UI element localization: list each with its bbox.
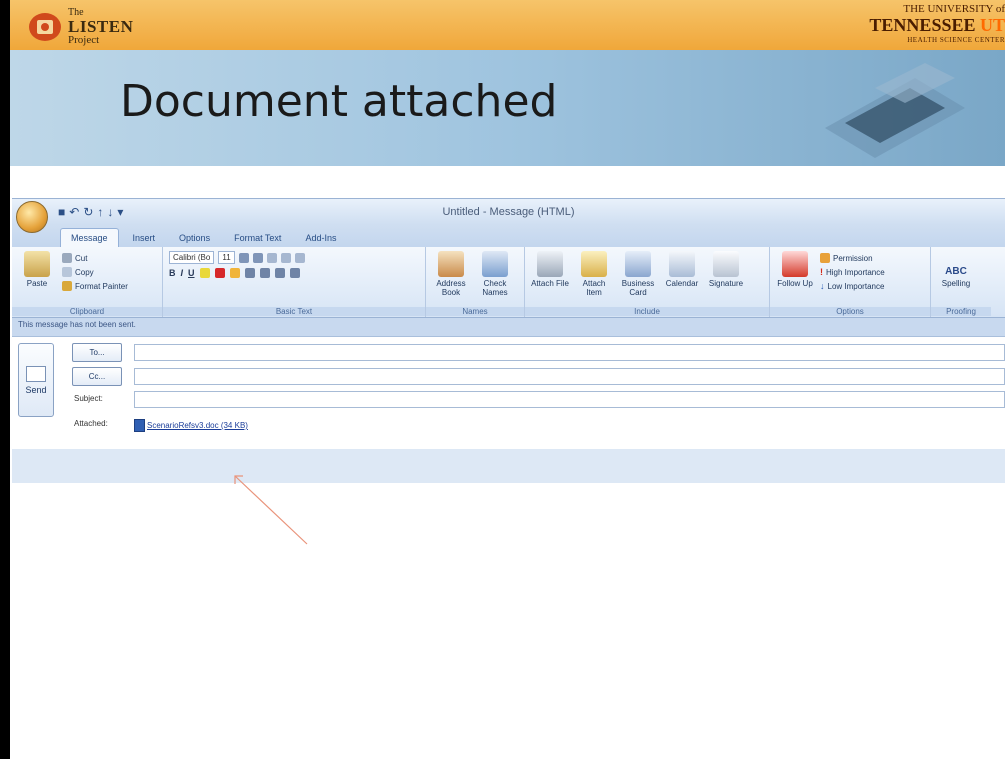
decrease-indent-icon[interactable]	[274, 268, 285, 278]
calendar-button[interactable]: Calendar	[663, 251, 701, 288]
basic-text-group: Calibri (Bo 11 B I U Basic Text	[163, 247, 426, 317]
envelope-icon	[581, 251, 607, 277]
align-left-icon[interactable]	[229, 268, 240, 278]
basic-text-label: Basic Text	[163, 307, 425, 316]
paste-icon	[24, 251, 50, 277]
word-document-icon	[134, 419, 145, 432]
proofing-label: Proofing	[931, 307, 991, 316]
slide-border	[0, 0, 10, 759]
increase-indent-icon[interactable]	[289, 268, 300, 278]
include-label: Include	[525, 307, 769, 316]
permission-icon	[820, 253, 830, 263]
clear-format-icon[interactable]	[294, 252, 305, 263]
check-names-icon	[482, 251, 508, 277]
ribbon-tabs: Message Insert Options Format Text Add-I…	[12, 225, 1005, 247]
high-importance-button[interactable]: ! High Importance	[820, 265, 885, 279]
address-book-button[interactable]: Address Book	[432, 251, 470, 297]
copy-icon	[62, 267, 72, 277]
outlook-titlebar: ■ ↶ ↻ ↑ ↓ ▾ Untitled - Message (HTML)	[12, 199, 1005, 233]
brush-icon	[62, 281, 72, 291]
highlight-icon[interactable]	[199, 268, 210, 278]
message-fields: Send To... Cc... Subject: Attached: Scen…	[12, 337, 1005, 449]
address-book-icon	[438, 251, 464, 277]
signature-button[interactable]: Signature	[707, 251, 745, 288]
to-button[interactable]: To...	[72, 343, 122, 362]
numbering-icon[interactable]	[280, 252, 291, 263]
top-banner: The LISTEN Project THE UNIVERSITY of TEN…	[10, 0, 1005, 50]
slide-title: Document attached	[120, 76, 558, 127]
office-button[interactable]	[16, 201, 48, 233]
ut-university: THE UNIVERSITY of	[903, 3, 1005, 15]
ut-tennessee: TENNESSEE UT	[869, 15, 1005, 35]
font-name-select[interactable]: Calibri (Bo	[169, 251, 215, 264]
format-painter-button[interactable]: Format Painter	[62, 279, 128, 293]
font-size-select[interactable]: 11	[218, 251, 235, 264]
attached-label: Attached:	[74, 419, 108, 428]
tab-insert[interactable]: Insert	[123, 229, 166, 247]
font-color-icon[interactable]	[214, 268, 225, 278]
subject-field[interactable]	[134, 391, 1005, 408]
listen-project: Project	[68, 34, 100, 46]
check-names-button[interactable]: Check Names	[476, 251, 514, 297]
names-group: Address Book Check Names Names	[426, 247, 525, 317]
ribbon: Paste Cut Copy Format Painter Clipboard …	[12, 247, 1005, 318]
listen-logo-icon	[29, 13, 61, 41]
ut-health-science-center: HEALTH SCIENCE CENTER	[907, 36, 1005, 44]
spelling-button[interactable]: ABC Spelling	[937, 251, 975, 288]
to-field[interactable]	[134, 344, 1005, 361]
attachment-link[interactable]: ScenarioRefsv3.doc (34 KB)	[134, 419, 248, 432]
cut-button[interactable]: Cut	[62, 251, 128, 265]
grow-font-icon[interactable]	[238, 252, 249, 263]
tab-add-ins[interactable]: Add-Ins	[295, 229, 346, 247]
exclamation-icon: !	[820, 267, 823, 277]
clipboard-group: Paste Cut Copy Format Painter Clipboard	[12, 247, 163, 317]
attach-file-button[interactable]: Attach File	[531, 251, 569, 288]
bold-icon[interactable]: B	[169, 268, 176, 278]
annotation-arrow	[234, 475, 308, 545]
down-arrow-icon: ↓	[820, 281, 825, 291]
calendar-icon	[669, 251, 695, 277]
low-importance-button[interactable]: ↓ Low Importance	[820, 279, 885, 293]
attach-item-button[interactable]: Attach Item	[575, 251, 613, 297]
options-group: Follow Up Permission ! High Importance ↓ L…	[770, 247, 931, 317]
listen-project-logo: The LISTEN Project	[28, 8, 133, 46]
copy-button[interactable]: Copy	[62, 265, 128, 279]
scissors-icon	[62, 253, 72, 263]
tab-format-text[interactable]: Format Text	[224, 229, 291, 247]
send-envelope-icon	[26, 365, 46, 382]
flag-icon	[782, 251, 808, 277]
proofing-group: ABC Spelling Proofing	[931, 247, 991, 317]
outlook-message-window: ■ ↶ ↻ ↑ ↓ ▾ Untitled - Message (HTML) Me…	[12, 198, 1005, 483]
clipboard-label: Clipboard	[12, 307, 162, 316]
align-center-icon[interactable]	[244, 268, 255, 278]
underline-icon[interactable]: U	[188, 268, 195, 278]
tab-message[interactable]: Message	[60, 228, 119, 247]
cc-button[interactable]: Cc...	[72, 367, 122, 386]
business-card-icon	[625, 251, 651, 277]
info-bar: This message has not been sent.	[12, 318, 1005, 337]
subject-label: Subject:	[74, 394, 103, 403]
business-card-button[interactable]: Business Card	[619, 251, 657, 297]
italic-icon[interactable]: I	[181, 268, 184, 278]
permission-button[interactable]: Permission	[820, 251, 885, 265]
follow-up-button[interactable]: Follow Up	[776, 251, 814, 288]
spelling-abc-icon: ABC	[945, 266, 967, 277]
laptop-image	[825, 63, 965, 158]
paperclip-icon	[537, 251, 563, 277]
listen-name: LISTEN	[68, 17, 134, 36]
include-group: Attach File Attach Item Business Card Ca…	[525, 247, 770, 317]
tab-options[interactable]: Options	[169, 229, 220, 247]
shrink-font-icon[interactable]	[252, 252, 263, 263]
signature-icon	[713, 251, 739, 277]
send-button[interactable]: Send	[18, 343, 54, 417]
align-right-icon[interactable]	[259, 268, 270, 278]
bullets-icon[interactable]	[266, 252, 277, 263]
title-band: Document attached	[10, 50, 1005, 166]
cc-field[interactable]	[134, 368, 1005, 385]
options-label: Options	[770, 307, 930, 316]
window-title: Untitled - Message (HTML)	[442, 206, 575, 218]
paste-button[interactable]: Paste	[18, 251, 56, 288]
ut-logo: THE UNIVERSITY of TENNESSEE UT HEALTH SC…	[869, 3, 1005, 44]
names-label: Names	[426, 307, 524, 316]
